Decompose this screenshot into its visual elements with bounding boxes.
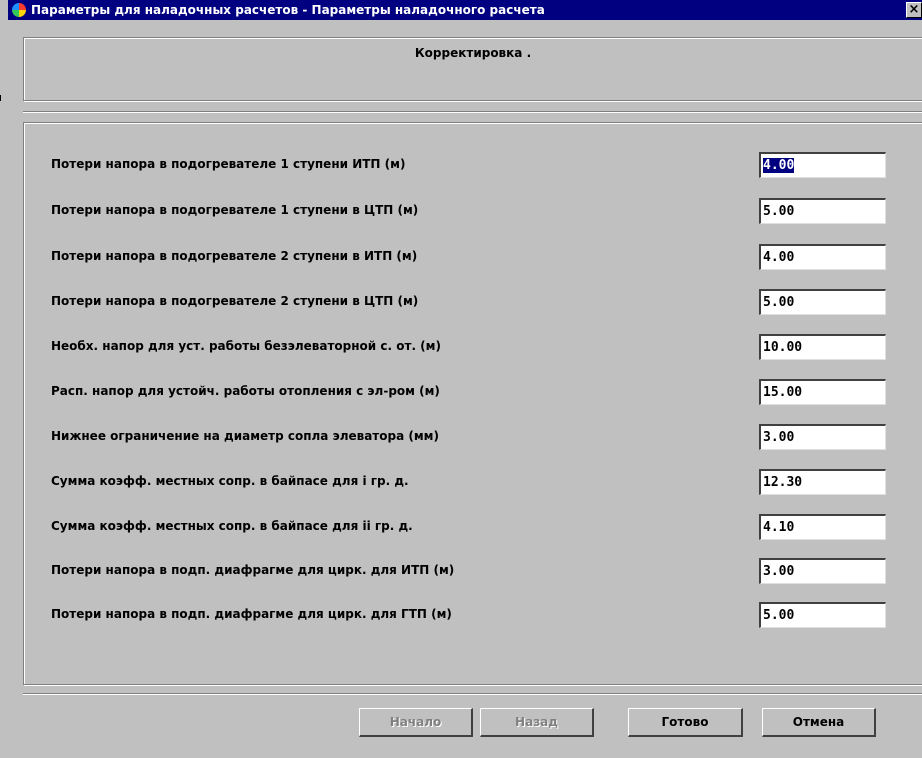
- close-icon[interactable]: ×: [906, 2, 922, 18]
- param-input[interactable]: 4.10: [759, 514, 886, 540]
- param-row: Потери напора в подогревателе 2 ступени …: [24, 289, 922, 315]
- param-value: 3.00: [763, 564, 795, 579]
- param-input[interactable]: 12.30: [759, 469, 886, 495]
- param-value: 5.00: [763, 204, 795, 219]
- window-edge-mark: [0, 95, 1, 101]
- param-input[interactable]: 3.00: [759, 424, 886, 450]
- parameters-panel: Потери напора в подогревателе 1 ступени …: [23, 122, 922, 685]
- param-input[interactable]: 4.00: [759, 152, 886, 178]
- param-row: Сумма коэфф. местных сопр. в байпасе для…: [24, 469, 922, 495]
- param-row: Потери напора в подогревателе 2 ступени …: [24, 244, 922, 270]
- param-label: Расп. напор для устойч. работы отопления…: [51, 384, 440, 398]
- dialog-window: Параметры для наладочных расчетов - Пара…: [8, 0, 922, 758]
- param-row: Потери напора в подогревателе 1 ступени …: [24, 152, 922, 178]
- param-row: Расп. напор для устойч. работы отопления…: [24, 379, 922, 405]
- param-label: Потери напора в подогревателе 2 ступени …: [51, 294, 419, 308]
- divider: [23, 693, 922, 695]
- param-label: Потери напора в подогревателе 1 ступени …: [51, 157, 406, 171]
- start-button[interactable]: Начало: [359, 708, 473, 737]
- param-value: 5.00: [763, 295, 795, 310]
- param-label: Нижнее ограничение на диаметр сопла элев…: [51, 429, 439, 443]
- param-input[interactable]: 15.00: [759, 379, 886, 405]
- param-value: 4.00: [763, 250, 795, 265]
- param-label: Потери напора в подогревателе 2 ступени …: [51, 249, 418, 263]
- param-input[interactable]: 5.00: [759, 289, 886, 315]
- page-title: Корректировка .: [414, 46, 532, 60]
- header-panel: Корректировка .: [23, 37, 922, 101]
- param-row: Нижнее ограничение на диаметр сопла элев…: [24, 424, 922, 450]
- param-row: Потери напора в подогревателе 1 ступени …: [24, 198, 922, 224]
- param-input[interactable]: 3.00: [759, 558, 886, 584]
- divider: [23, 111, 922, 113]
- param-input[interactable]: 10.00: [759, 334, 886, 360]
- param-label: Сумма коэфф. местных сопр. в байпасе для…: [51, 519, 413, 533]
- title-bar[interactable]: Параметры для наладочных расчетов - Пара…: [8, 0, 922, 20]
- param-row: Потери напора в подп. диафрагме для цирк…: [24, 558, 922, 584]
- param-label: Необх. напор для уст. работы безэлеватор…: [51, 339, 441, 353]
- bottom-edge: [0, 751, 922, 758]
- param-value: 5.00: [763, 608, 795, 623]
- param-label: Сумма коэфф. местных сопр. в байпасе для…: [51, 474, 409, 488]
- window-title: Параметры для наладочных расчетов - Пара…: [31, 3, 545, 17]
- param-label: Потери напора в подп. диафрагме для цирк…: [51, 563, 455, 577]
- param-value: 10.00: [763, 340, 803, 355]
- param-row: Сумма коэфф. местных сопр. в байпасе для…: [24, 514, 922, 540]
- param-label: Потери напора в подогревателе 1 ступени …: [51, 203, 419, 217]
- param-value: 15.00: [763, 385, 803, 400]
- back-button[interactable]: Назад: [480, 708, 594, 737]
- cancel-button[interactable]: Отмена: [762, 708, 876, 737]
- param-value: 4.10: [763, 520, 795, 535]
- app-icon: [12, 3, 26, 17]
- param-row: Потери напора в подп. диафрагме для цирк…: [24, 602, 922, 628]
- param-input[interactable]: 5.00: [759, 198, 886, 224]
- param-input[interactable]: 5.00: [759, 602, 886, 628]
- param-label: Потери напора в подп. диафрагме для цирк…: [51, 607, 452, 621]
- done-button[interactable]: Готово: [628, 708, 743, 737]
- param-value: 4.00: [763, 158, 795, 173]
- param-value: 3.00: [763, 430, 795, 445]
- param-value: 12.30: [763, 475, 803, 490]
- param-input[interactable]: 4.00: [759, 244, 886, 270]
- param-row: Необх. напор для уст. работы безэлеватор…: [24, 334, 922, 360]
